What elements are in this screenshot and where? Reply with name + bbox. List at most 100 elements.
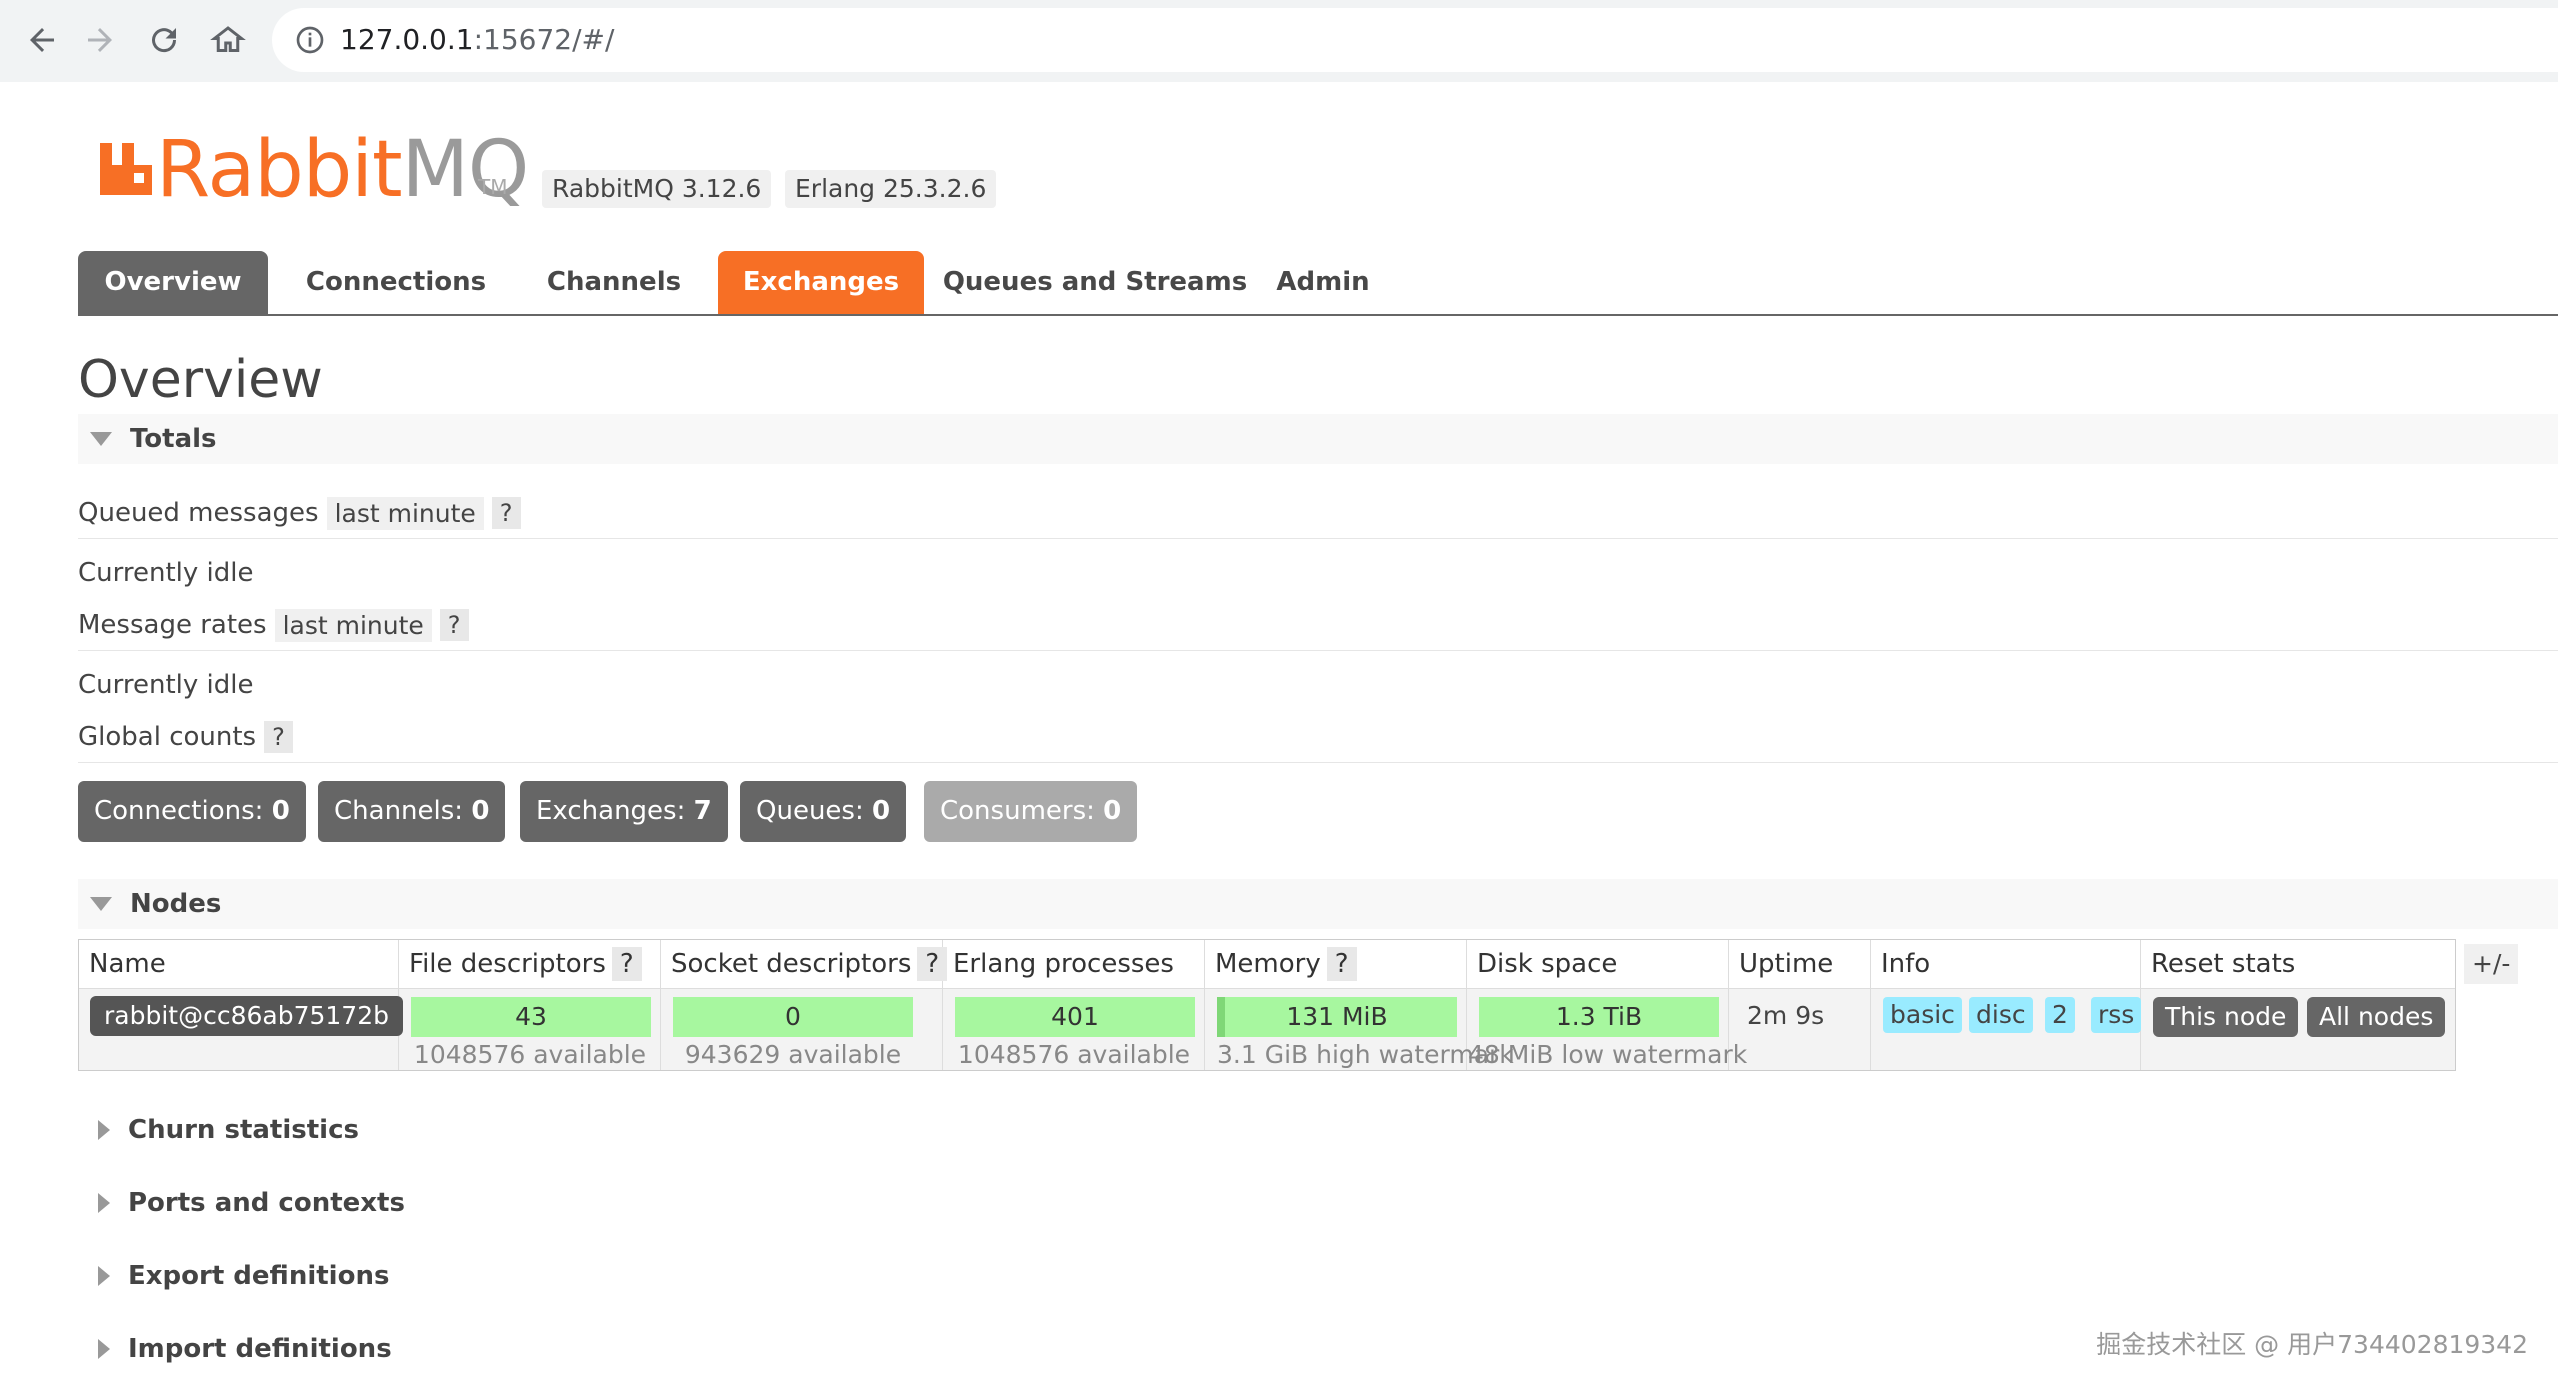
queues-count-button[interactable]: Queues: 0	[740, 781, 907, 842]
reset-this-node-button[interactable]: This node	[2153, 997, 2299, 1037]
forward-icon[interactable]	[74, 14, 126, 66]
erlang-processes-value: 401	[1051, 1002, 1099, 1031]
disk-space-low-watermark: 48 MiB low watermark	[1468, 1040, 1748, 1069]
file-descriptors-help[interactable]: ?	[611, 947, 642, 981]
expand-right-icon	[98, 1120, 110, 1140]
tab-overview[interactable]: Overview	[78, 251, 268, 314]
consumers-count-button[interactable]: Consumers: 0	[924, 781, 1138, 842]
message-rates-help[interactable]: ?	[439, 609, 469, 641]
channels-count-value: 0	[471, 796, 490, 826]
col-header-uptime-label: Uptime	[1739, 949, 1834, 979]
col-header-socket-descriptors: Socket descriptors?	[661, 940, 948, 988]
nodes-table-header: Name File descriptors? Socket descriptor…	[79, 940, 2455, 989]
rabbitmq-version-badge: RabbitMQ 3.12.6	[542, 170, 772, 208]
queued-messages-label: Queued messages	[78, 498, 319, 528]
col-header-name-label: Name	[89, 949, 166, 979]
export-definitions-label: Export definitions	[128, 1261, 390, 1291]
file-descriptors-available: 1048576 available	[413, 1040, 647, 1069]
memory-cell: 131 MiB 3.1 GiB high watermark	[1205, 989, 1514, 1070]
col-header-file-descriptors-label: File descriptors	[409, 949, 606, 979]
exchanges-count-label: Exchanges:	[536, 796, 686, 826]
col-header-uptime: Uptime	[1729, 940, 1871, 988]
disk-space-value: 1.3 TiB	[1555, 1002, 1643, 1031]
home-icon[interactable]	[202, 14, 254, 66]
import-definitions-section[interactable]: Import definitions	[78, 1327, 678, 1371]
info-tag-basic[interactable]: basic	[1883, 997, 1962, 1033]
socket-descriptors-available: 943629 available	[684, 1040, 902, 1069]
memory-bar: 131 MiB	[1217, 997, 1457, 1037]
col-header-name: Name	[79, 940, 399, 988]
erlang-processes-bar: 401	[955, 997, 1195, 1037]
queued-messages-help[interactable]: ?	[491, 497, 521, 529]
message-rates-range[interactable]: last minute	[274, 608, 432, 642]
memory-value: 131 MiB	[1286, 1002, 1388, 1031]
ports-and-contexts-section[interactable]: Ports and contexts	[78, 1181, 678, 1225]
reset-all-nodes-button[interactable]: All nodes	[2307, 997, 2446, 1037]
info-tag-2[interactable]: 2	[2045, 997, 2075, 1033]
col-header-reset-stats: Reset stats	[2141, 940, 2455, 988]
socket-descriptors-value: 0	[785, 1002, 801, 1031]
tab-queues-and-streams[interactable]: Queues and Streams	[940, 251, 1250, 314]
tab-exchanges[interactable]: Exchanges	[718, 251, 924, 314]
col-header-erlang-processes-label: Erlang processes	[953, 949, 1174, 979]
disk-space-bar: 1.3 TiB	[1479, 997, 1719, 1037]
churn-statistics-section[interactable]: Churn statistics	[78, 1108, 678, 1152]
url-text[interactable]: 127.0.0.1:15672/#/	[340, 23, 614, 56]
logo-mq-text: MQ	[401, 125, 530, 215]
export-definitions-section[interactable]: Export definitions	[78, 1254, 678, 1298]
back-icon[interactable]	[16, 14, 68, 66]
ports-and-contexts-label: Ports and contexts	[128, 1188, 405, 1218]
main-tabs: Overview Connections Channels Exchanges …	[78, 251, 2558, 316]
address-bar[interactable]: 127.0.0.1:15672/#/	[272, 8, 2558, 72]
global-counts-help[interactable]: ?	[264, 721, 293, 753]
info-tag-disc[interactable]: disc	[1969, 997, 2033, 1033]
totals-section-header[interactable]: Totals	[78, 414, 2558, 464]
col-header-socket-descriptors-label: Socket descriptors	[671, 949, 912, 979]
file-descriptors-cell: 43 1048576 available	[399, 989, 661, 1070]
queued-messages-row: Queued messages last minute ?	[78, 488, 2558, 539]
queued-messages-range[interactable]: last minute	[326, 496, 484, 530]
tab-admin[interactable]: Admin	[1268, 251, 1378, 314]
exchanges-count-button[interactable]: Exchanges: 7	[520, 781, 728, 842]
socket-descriptors-bar: 0	[673, 997, 913, 1037]
tab-channels[interactable]: Channels	[524, 251, 704, 314]
url-host: 127.0.0.1	[340, 23, 474, 56]
reset-stats-cell: This node All nodes	[2141, 989, 2455, 1070]
consumers-count-value: 0	[1103, 796, 1122, 826]
disk-space-cell: 1.3 TiB 48 MiB low watermark	[1467, 989, 1747, 1070]
nodes-header-label: Nodes	[130, 889, 222, 919]
import-definitions-label: Import definitions	[128, 1334, 392, 1364]
channels-count-button[interactable]: Channels: 0	[318, 781, 506, 842]
message-rates-row: Message rates last minute ?	[78, 600, 2558, 651]
page-title: Overview	[78, 350, 323, 410]
churn-statistics-label: Churn statistics	[128, 1115, 359, 1145]
erlang-version-badge: Erlang 25.3.2.6	[785, 170, 997, 208]
connections-count-label: Connections:	[94, 796, 264, 826]
collapse-down-icon	[90, 432, 112, 446]
expand-right-icon	[98, 1266, 110, 1286]
connections-count-button[interactable]: Connections: 0	[78, 781, 306, 842]
logo-rabbit-text: Rabbit	[156, 125, 403, 215]
col-header-memory: Memory?	[1205, 940, 1467, 988]
col-header-disk-space: Disk space	[1467, 940, 1729, 988]
reload-icon[interactable]	[138, 14, 190, 66]
file-descriptors-value: 43	[515, 1002, 547, 1031]
toggle-columns-button[interactable]: +/-	[2464, 944, 2519, 984]
queued-messages-idle: Currently idle	[78, 558, 254, 588]
global-counts-label: Global counts	[78, 722, 257, 752]
nodes-section-header[interactable]: Nodes	[78, 879, 2558, 929]
erlang-processes-available: 1048576 available	[957, 1040, 1191, 1069]
memory-help[interactable]: ?	[1326, 947, 1357, 981]
queues-count-label: Queues:	[756, 796, 864, 826]
info-tag-rss[interactable]: rss	[2091, 997, 2142, 1033]
node-name-link[interactable]: rabbit@cc86ab75172b	[90, 996, 403, 1036]
page: 127.0.0.1:15672/#/ RabbitMQ TM RabbitMQ …	[0, 0, 2558, 1390]
site-info-icon[interactable]	[294, 24, 326, 56]
consumers-count-label: Consumers:	[940, 796, 1095, 826]
uptime-value: 2m 9s	[1747, 1001, 1825, 1030]
message-rates-idle: Currently idle	[78, 670, 254, 700]
exchanges-count-value: 7	[693, 796, 712, 826]
erlang-processes-cell: 401 1048576 available	[943, 989, 1205, 1070]
tab-connections[interactable]: Connections	[286, 251, 506, 314]
queues-count-value: 0	[872, 796, 891, 826]
